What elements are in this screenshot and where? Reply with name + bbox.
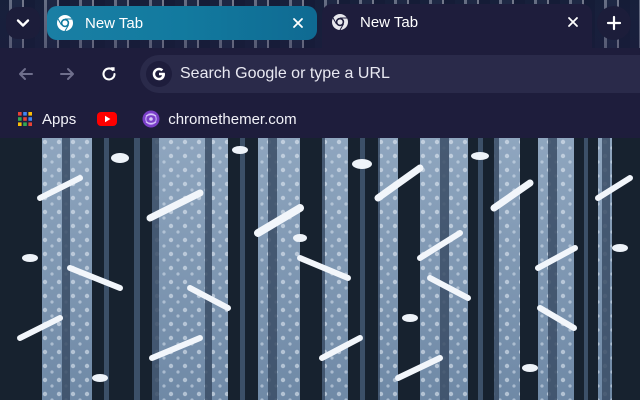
chrome-icon	[331, 13, 349, 31]
youtube-icon	[96, 110, 118, 128]
chromethemer-icon	[142, 110, 160, 128]
tab-new-tab-1[interactable]: New Tab	[47, 6, 317, 40]
new-tab-background	[0, 138, 640, 400]
tab-title: New Tab	[360, 13, 419, 31]
snowy-forest-wallpaper	[0, 138, 640, 400]
bookmark-label: Apps	[42, 110, 77, 128]
arrow-left-icon	[19, 68, 33, 80]
omnibox[interactable]	[140, 55, 640, 93]
tab-strip: New Tab New Tab	[0, 0, 640, 48]
forward-button[interactable]	[53, 60, 81, 88]
omnibox-input[interactable]	[180, 65, 620, 83]
arrow-right-icon	[60, 68, 74, 80]
toolbar	[0, 48, 640, 100]
back-button[interactable]	[12, 60, 40, 88]
chevron-down-icon	[16, 19, 30, 27]
bookmarks-bar: Apps chromethemer.com	[0, 100, 640, 138]
chrome-icon	[56, 14, 74, 32]
reload-icon	[102, 67, 116, 81]
tab-new-tab-2[interactable]: New Tab	[322, 4, 592, 48]
new-tab-button[interactable]	[597, 6, 631, 40]
bookmark-apps[interactable]: Apps	[10, 104, 82, 134]
reload-button[interactable]	[95, 60, 123, 88]
apps-grid-icon	[16, 110, 34, 128]
plus-icon	[606, 15, 622, 31]
tab-search-button[interactable]	[6, 7, 40, 39]
google-g-icon	[146, 61, 172, 87]
bookmark-youtube[interactable]	[90, 104, 124, 134]
tab-title: New Tab	[85, 14, 144, 32]
close-icon[interactable]	[287, 12, 309, 34]
bookmark-chromethemer[interactable]: chromethemer.com	[136, 104, 302, 134]
bookmark-label: chromethemer.com	[168, 110, 297, 128]
close-icon[interactable]	[562, 11, 584, 33]
